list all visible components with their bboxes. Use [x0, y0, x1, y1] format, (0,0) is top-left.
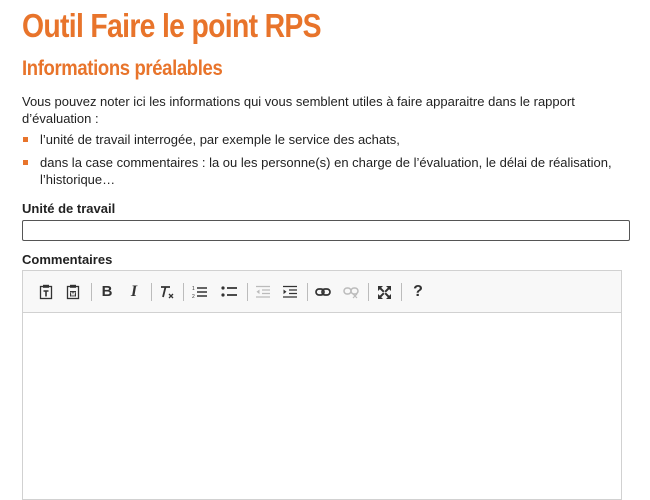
list-item: l’unité de travail interrogée, par exemp… — [22, 131, 622, 148]
svg-text:2: 2 — [192, 294, 195, 299]
section-title: Informations préalables — [22, 57, 223, 80]
toolbar-separator — [91, 283, 92, 301]
intro-text: Vous pouvez noter ici les informations q… — [22, 94, 575, 126]
toolbar-separator — [183, 283, 184, 301]
unit-field-label: Unité de travail — [22, 201, 116, 216]
toolbar-separator — [401, 283, 402, 301]
bulleted-list-icon[interactable] — [218, 282, 240, 302]
toolbar-separator — [151, 283, 152, 301]
numbered-list-icon[interactable]: 1 2 — [189, 282, 211, 302]
comments-textarea[interactable] — [23, 313, 621, 499]
maximize-icon[interactable] — [373, 282, 395, 302]
bullet-square-icon — [23, 137, 28, 142]
paste-from-word-icon[interactable] — [62, 282, 84, 302]
bullet-square-icon — [23, 160, 28, 165]
italic-icon[interactable]: I — [123, 282, 145, 302]
comments-editor: B I 1 2 ? — [22, 270, 622, 500]
svg-text:1: 1 — [192, 286, 195, 292]
remove-format-icon[interactable] — [156, 282, 178, 302]
bullet-text: dans la case commentaires : la ou les pe… — [40, 155, 612, 187]
unlink-icon[interactable] — [340, 282, 362, 302]
link-icon[interactable] — [312, 282, 334, 302]
list-item: dans la case commentaires : la ou les pe… — [22, 154, 622, 188]
decrease-indent-icon[interactable] — [252, 282, 274, 302]
toolbar-separator — [307, 283, 308, 301]
page-title: Outil Faire le point RPS — [22, 7, 322, 44]
help-icon[interactable]: ? — [407, 282, 429, 302]
info-bullet-list: l’unité de travail interrogée, par exemp… — [22, 131, 622, 194]
toolbar-separator — [247, 283, 248, 301]
paste-text-icon[interactable] — [35, 282, 57, 302]
increase-indent-icon[interactable] — [279, 282, 301, 302]
unit-input[interactable] — [22, 220, 630, 241]
toolbar-separator — [368, 283, 369, 301]
bold-icon[interactable]: B — [96, 282, 118, 302]
comments-field-label: Commentaires — [22, 252, 113, 267]
editor-toolbar: B I 1 2 ? — [23, 271, 621, 313]
bullet-text: l’unité de travail interrogée, par exemp… — [40, 132, 400, 147]
